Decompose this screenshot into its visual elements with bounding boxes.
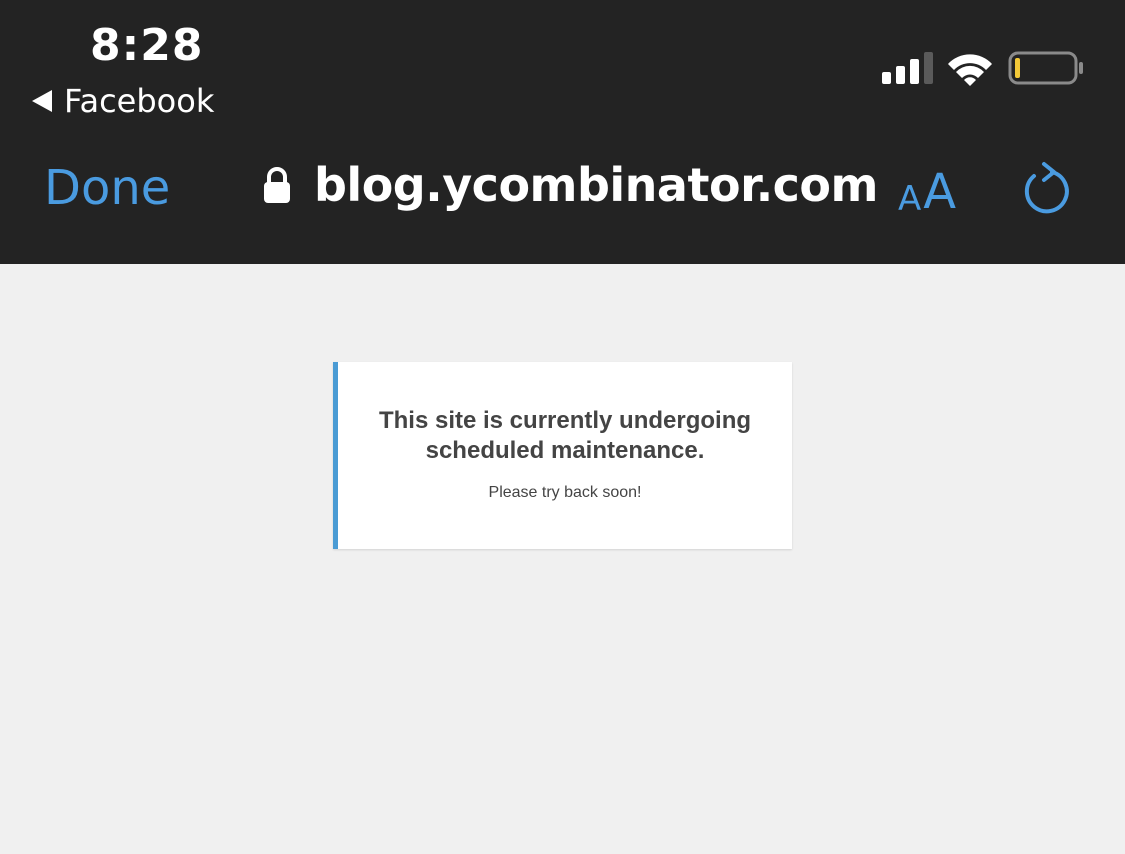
page-title: This site is currently undergoing schedu…: [378, 407, 752, 464]
back-to-app-button[interactable]: Facebook: [32, 82, 214, 120]
done-button[interactable]: Done: [44, 160, 170, 216]
text-size-large-label: A: [923, 164, 957, 220]
status-time: 8:28: [90, 20, 204, 71]
maintenance-notice: This site is currently undergoing schedu…: [333, 362, 792, 549]
reload-icon[interactable]: [1016, 160, 1076, 220]
page-subtitle: Please try back soon!: [488, 484, 642, 501]
text-size-button[interactable]: A A: [898, 160, 956, 216]
browser-header: 8:28 Facebook Done blog.ycombinator.com: [0, 0, 1125, 264]
address-bar[interactable]: blog.ycombinator.com: [262, 158, 878, 212]
lock-icon: [264, 167, 290, 203]
back-app-label: Facebook: [64, 82, 215, 120]
wifi-icon: [948, 54, 992, 86]
status-icons: [882, 51, 1083, 86]
cellular-signal-icon: [882, 52, 933, 84]
battery-low-icon: [1008, 51, 1083, 85]
text-size-small-label: A: [898, 179, 922, 219]
url-text: blog.ycombinator.com: [314, 158, 878, 212]
back-triangle-icon: [32, 90, 52, 112]
